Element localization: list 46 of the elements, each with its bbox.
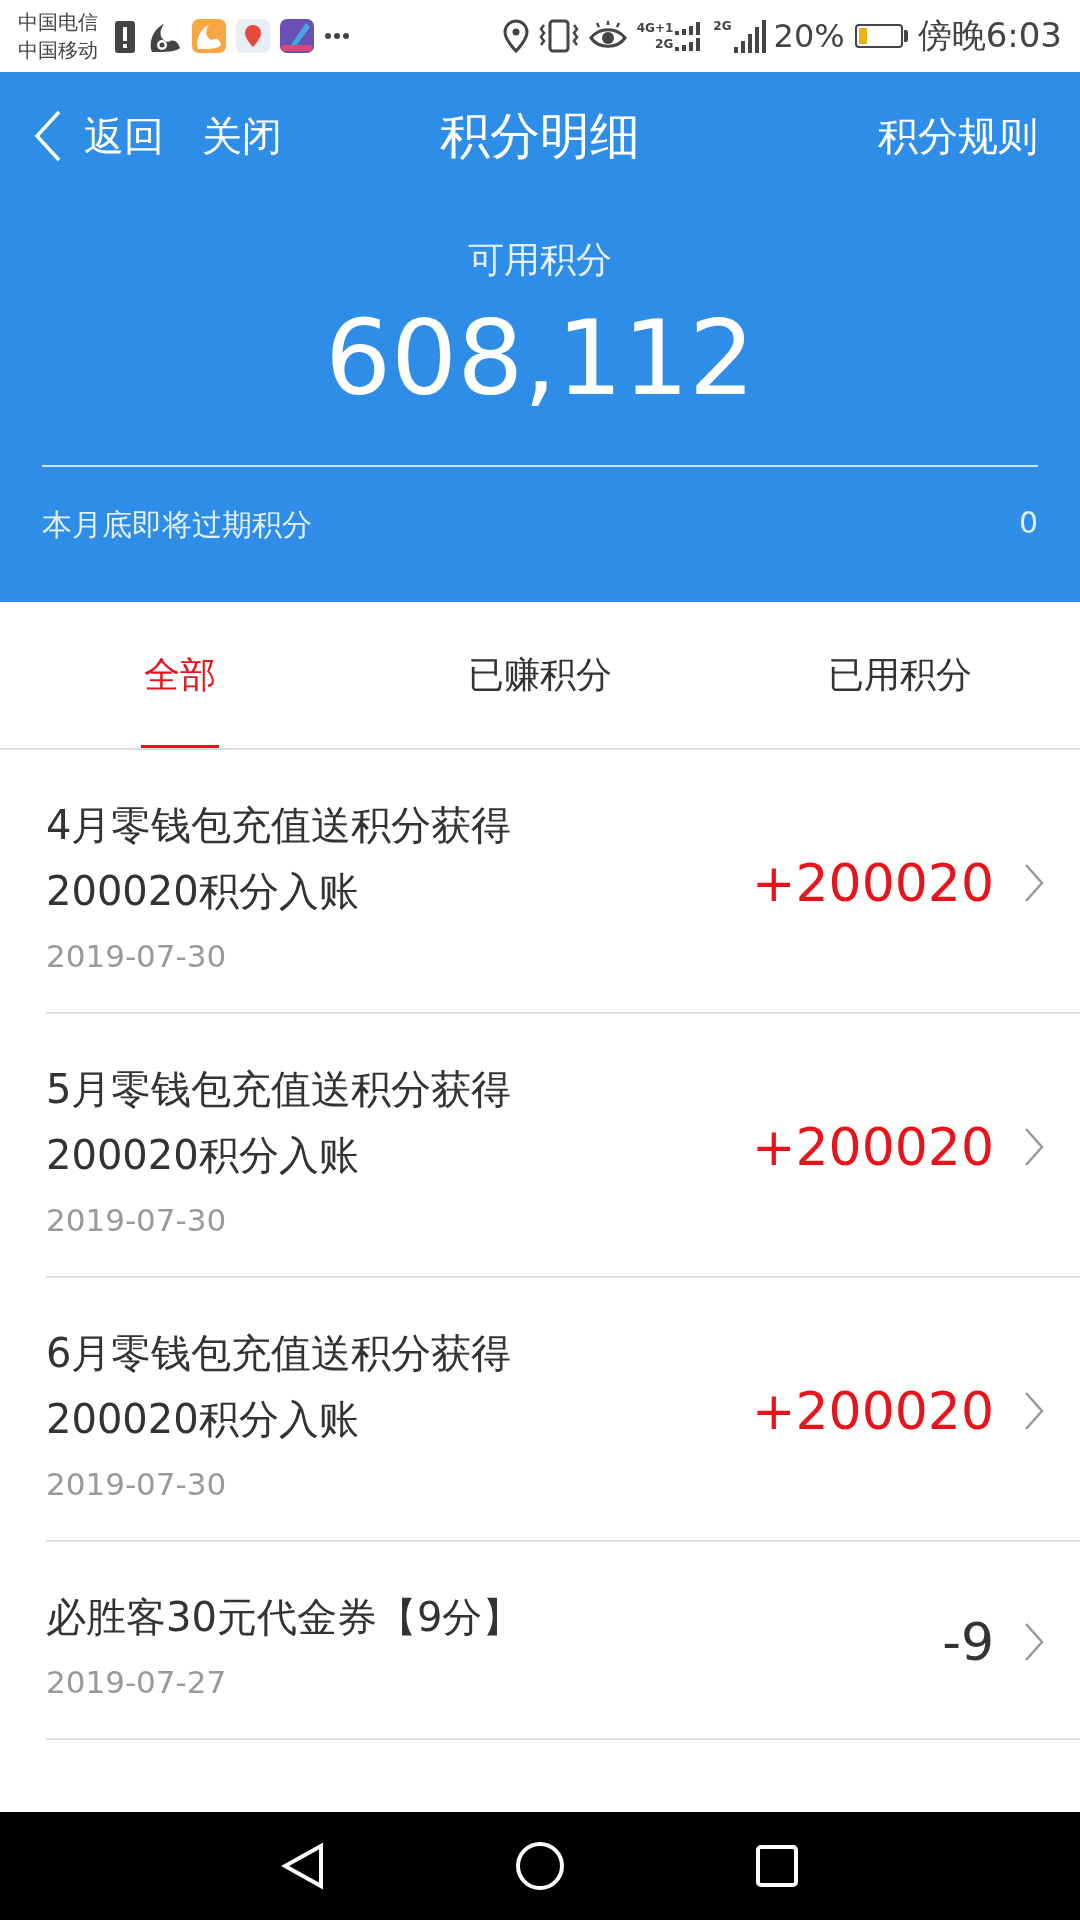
back-nav-icon[interactable] (281, 1842, 325, 1890)
eye-icon (588, 21, 627, 51)
points-change: -9 (942, 1612, 994, 1672)
recents-nav-icon[interactable] (755, 1844, 799, 1888)
points-change: +200020 (751, 853, 994, 913)
record-row[interactable]: 4月零钱包充值送积分获得200020积分入账 2019-07-30 +200020 (46, 750, 1080, 1014)
record-title: 6月零钱包充值送积分获得200020积分入账 (46, 1329, 513, 1444)
record-row[interactable]: 6月零钱包充值送积分获得200020积分入账 2019-07-30 +200020 (46, 1278, 1080, 1542)
record-row[interactable]: 必胜客30元代金券【9分】 2019-07-27 -9 (46, 1542, 1080, 1740)
record-date: 2019-07-30 (46, 1202, 228, 1238)
chevron-right-icon (1024, 1127, 1044, 1167)
chevron-right-icon (1024, 863, 1044, 903)
map-app-icon (236, 19, 270, 53)
home-nav-icon[interactable] (515, 1841, 565, 1891)
filter-tab[interactable]: 全部 (0, 602, 360, 748)
record-date: 2019-07-27 (46, 1664, 228, 1700)
expiring-label: 本月底即将过期积分 (42, 506, 312, 544)
chevron-right-icon (1024, 1391, 1044, 1431)
record-title: 4月零钱包充值送积分获得200020积分入账 (46, 801, 513, 916)
points-change: +200020 (751, 1381, 994, 1441)
chevron-right-icon (1024, 1622, 1044, 1662)
signal-icon (733, 19, 768, 53)
record-title: 必胜客30元代金券【9分】 (46, 1593, 524, 1642)
warning-icon (114, 18, 136, 54)
carrier-name: 中国移动 (18, 37, 98, 64)
record-title: 5月零钱包充值送积分获得200020积分入账 (46, 1065, 513, 1180)
filter-tab[interactable]: 已用积分 (720, 602, 1080, 748)
app-icon (280, 19, 314, 53)
page-title: 积分明细 (440, 105, 640, 167)
record-row[interactable]: 5月零钱包充值送积分获得200020积分入账 2019-07-30 +200020 (46, 1014, 1080, 1278)
network-type: 2G (655, 37, 674, 51)
battery-percent: 20% (773, 17, 845, 55)
vibrate-icon (538, 19, 579, 53)
record-date: 2019-07-30 (46, 938, 228, 974)
record-date: 2019-07-30 (46, 1466, 228, 1502)
more-icon (324, 32, 350, 40)
location-icon (502, 19, 529, 53)
expiring-value: 0 (1018, 505, 1038, 542)
network-type: 2G (713, 19, 732, 33)
points-value: 608,112 (323, 296, 757, 421)
points-change: +200020 (751, 1117, 994, 1177)
points-label: 可用积分 (467, 238, 613, 282)
carrier-name: 中国电信 (18, 9, 98, 36)
network-type: 4G+1 (636, 21, 674, 35)
clock: 傍晚6:03 (917, 14, 1062, 57)
filter-tab[interactable]: 已赚积分 (360, 602, 720, 748)
